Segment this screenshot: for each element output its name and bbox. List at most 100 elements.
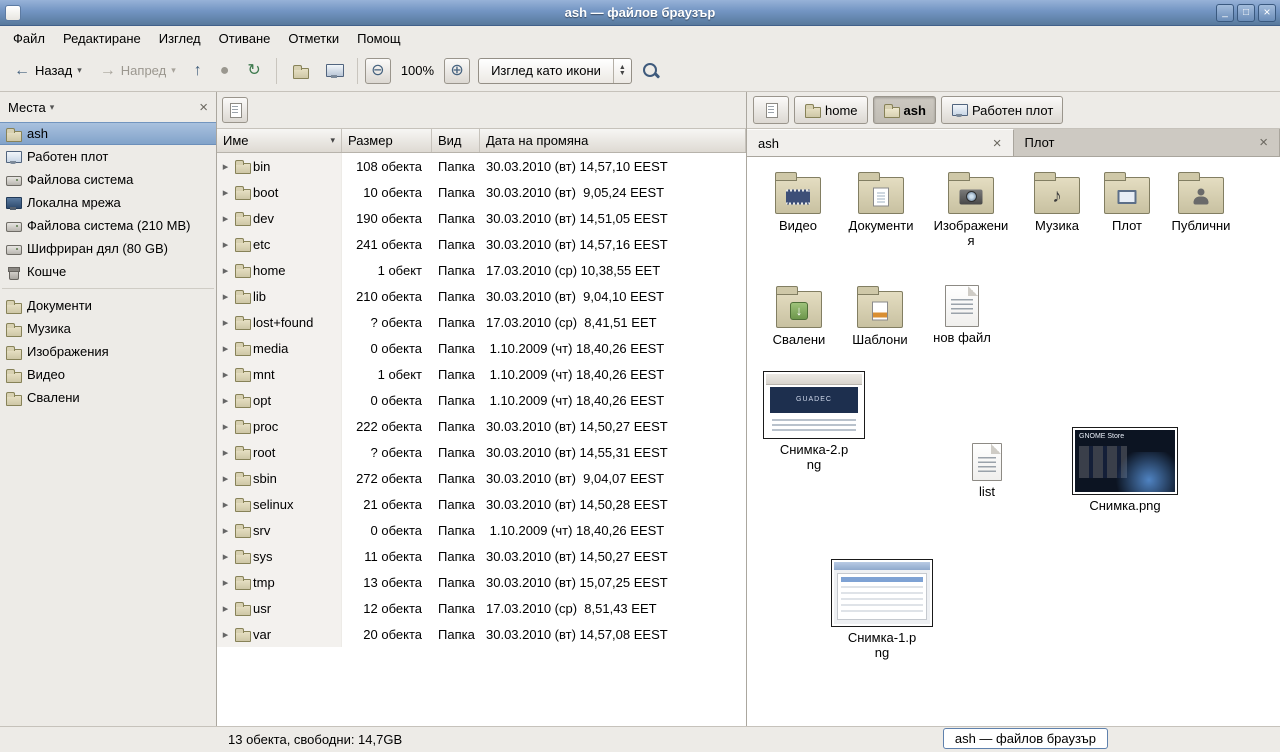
expander-icon[interactable]: ▸ [220,160,231,173]
tab-ash[interactable]: ash [747,129,1014,156]
forward-button[interactable]: Напред [92,56,184,86]
back-dropdown-icon[interactable] [77,65,82,76]
table-row[interactable]: ▸ selinux 21 обекта Папка 30.03.2010 (вт… [217,491,746,517]
expander-icon[interactable]: ▸ [220,498,231,511]
sidebar-item-filesystem-210mb[interactable]: Файлова система (210 MB) [0,214,216,237]
breadcrumb-desktop[interactable]: Работен плот [941,96,1063,124]
icon-item-pictures[interactable]: Изображения [933,171,1009,249]
expander-icon[interactable]: ▸ [220,446,231,459]
view-mode-combobox[interactable]: Изглед като икони ▲▼ [478,58,632,84]
expander-icon[interactable]: ▸ [220,342,231,355]
back-button[interactable]: Назад [6,56,90,86]
home-button[interactable] [284,56,316,86]
table-row[interactable]: ▸ lost+found ? обекта Папка 17.03.2010 (… [217,309,746,335]
menu-bookmarks[interactable]: Отметки [279,28,348,49]
column-header-type[interactable]: Вид [432,129,480,152]
sidebar-item-desktop[interactable]: Работен плот [0,145,216,168]
reload-button[interactable] [239,56,268,86]
sidebar-item-documents[interactable]: Документи [0,294,216,317]
minimize-button[interactable] [1216,4,1234,22]
tab-close-icon[interactable] [1259,134,1268,151]
menu-go[interactable]: Отиване [210,28,280,49]
stop-button[interactable] [212,56,238,86]
table-row[interactable]: ▸ etc 241 обекта Папка 30.03.2010 (вт) 1… [217,231,746,257]
sidebar-item-video[interactable]: Видео [0,363,216,386]
icon-item-snimka-1-png[interactable]: Снимка-1.png [829,559,935,661]
table-row[interactable]: ▸ lib 210 обекта Папка 30.03.2010 (вт) 9… [217,283,746,309]
sidebar-item-encrypted-80gb[interactable]: Шифриран дял (80 GB) [0,237,216,260]
table-row[interactable]: ▸ boot 10 обекта Папка 30.03.2010 (вт) 9… [217,179,746,205]
expander-icon[interactable]: ▸ [220,264,231,277]
expander-icon[interactable]: ▸ [220,212,231,225]
menu-edit[interactable]: Редактиране [54,28,150,49]
maximize-button[interactable] [1237,4,1255,22]
expander-icon[interactable]: ▸ [220,576,231,589]
sidebar-item-filesystem[interactable]: Файлова система [0,168,216,191]
menu-file[interactable]: Файл [4,28,54,49]
sidebar-item-music[interactable]: Музика [0,317,216,340]
sidebar-item-trash[interactable]: Кошче [0,260,216,283]
table-row[interactable]: ▸ dev 190 обекта Папка 30.03.2010 (вт) 1… [217,205,746,231]
icon-item-new-file[interactable]: нов файл [925,285,999,346]
expander-icon[interactable]: ▸ [220,524,231,537]
icon-item-desktop[interactable]: Плот [1097,171,1157,234]
table-row[interactable]: ▸ mnt 1 обект Папка 1.10.2009 (чт) 18,40… [217,361,746,387]
titlebar[interactable]: ash — файлов браузър [0,0,1280,26]
expander-icon[interactable]: ▸ [220,628,231,641]
table-row[interactable]: ▸ opt 0 обекта Папка 1.10.2009 (чт) 18,4… [217,387,746,413]
sidebar-close-icon[interactable] [199,99,208,116]
breadcrumb-ash[interactable]: ash [873,96,936,124]
icon-item-templates[interactable]: Шаблони [841,285,919,348]
column-header-name[interactable]: Име [217,129,342,152]
up-button[interactable] [186,56,210,86]
tab-plot[interactable]: Плот [1014,129,1280,156]
sidebar-item-ash[interactable]: ash [0,122,216,145]
zoom-out-button[interactable] [365,58,391,84]
icon-item-list[interactable]: list [959,443,1015,500]
expander-icon[interactable]: ▸ [220,394,231,407]
combobox-arrows-icon[interactable]: ▲▼ [613,59,631,83]
menu-help[interactable]: Помощ [348,28,409,49]
icon-view[interactable]: Видео Документи Изображения Музика Плот … [747,157,1280,726]
table-row[interactable]: ▸ media 0 обекта Папка 1.10.2009 (чт) 18… [217,335,746,361]
sidebar-item-downloads[interactable]: Свалени [0,386,216,409]
tab-close-icon[interactable] [993,135,1002,152]
computer-button[interactable] [318,56,350,86]
menu-view[interactable]: Изглед [150,28,210,49]
icon-item-documents[interactable]: Документи [835,171,927,234]
root-location-button[interactable] [222,97,248,123]
icon-item-video[interactable]: Видео [765,171,831,234]
breadcrumb-root[interactable] [753,96,789,124]
icon-item-music[interactable]: Музика [1019,171,1095,234]
table-row[interactable]: ▸ srv 0 обекта Папка 1.10.2009 (чт) 18,4… [217,517,746,543]
breadcrumb-home[interactable]: home [794,96,868,124]
column-header-date[interactable]: Дата на промяна [480,129,746,152]
expander-icon[interactable]: ▸ [220,290,231,303]
search-button[interactable] [634,56,668,86]
table-row[interactable]: ▸ root ? обекта Папка 30.03.2010 (вт) 14… [217,439,746,465]
table-row[interactable]: ▸ tmp 13 обекта Папка 30.03.2010 (вт) 15… [217,569,746,595]
table-row[interactable]: ▸ var 20 обекта Папка 30.03.2010 (вт) 14… [217,621,746,647]
expander-icon[interactable]: ▸ [220,420,231,433]
expander-icon[interactable]: ▸ [220,602,231,615]
expander-icon[interactable]: ▸ [220,472,231,485]
icon-item-public[interactable]: Публични [1159,171,1243,234]
icon-item-downloads[interactable]: Свалени [763,285,835,348]
table-row[interactable]: ▸ usr 12 обекта Папка 17.03.2010 (ср) 8,… [217,595,746,621]
zoom-in-button[interactable] [444,58,470,84]
expander-icon[interactable]: ▸ [220,316,231,329]
expander-icon[interactable]: ▸ [220,238,231,251]
table-row[interactable]: ▸ home 1 обект Папка 17.03.2010 (ср) 10,… [217,257,746,283]
sidebar-selector-icon[interactable] [50,102,55,113]
table-row[interactable]: ▸ bin 108 обекта Папка 30.03.2010 (вт) 1… [217,153,746,179]
expander-icon[interactable]: ▸ [220,186,231,199]
icon-item-snimka-2-png[interactable]: GUADEC Снимка-2.png [761,371,867,473]
sidebar-item-pictures[interactable]: Изображения [0,340,216,363]
icon-item-snimka-png[interactable]: GNOME Store Снимка.png [1069,427,1181,514]
table-row[interactable]: ▸ proc 222 обекта Папка 30.03.2010 (вт) … [217,413,746,439]
close-button[interactable] [1258,4,1276,22]
table-row[interactable]: ▸ sbin 272 обекта Папка 30.03.2010 (вт) … [217,465,746,491]
table-row[interactable]: ▸ sys 11 обекта Папка 30.03.2010 (вт) 14… [217,543,746,569]
expander-icon[interactable]: ▸ [220,368,231,381]
column-header-size[interactable]: Размер [342,129,432,152]
